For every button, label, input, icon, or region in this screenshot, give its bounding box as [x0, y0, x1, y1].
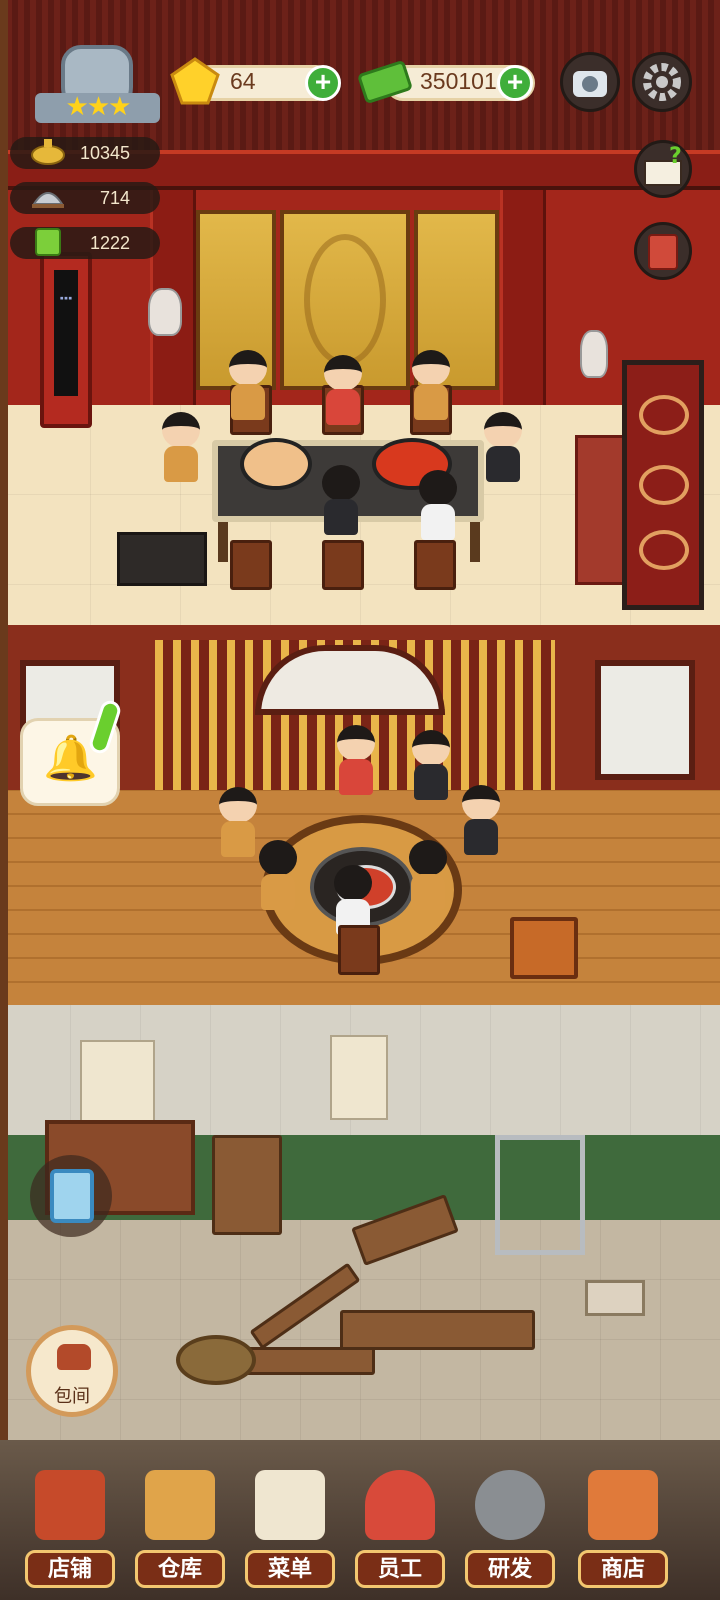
- gear-icon: [643, 63, 681, 101]
- recipe-book-icon: [30, 227, 66, 257]
- customer[interactable]: [320, 355, 366, 425]
- hotpot-mild: [240, 438, 312, 490]
- red-cabinet[interactable]: [622, 360, 704, 610]
- building-frame: [0, 0, 8, 1440]
- restaurant-rating-badge[interactable]: ★★★: [35, 45, 160, 130]
- stat-recipes-value: 1222: [89, 233, 130, 253]
- dining-chair: [338, 925, 380, 975]
- nav-shop[interactable]: 商店: [578, 1470, 668, 1595]
- white-vase: [580, 330, 608, 378]
- cabinet-ornament: [639, 465, 689, 505]
- menu-clipboard-icon: [255, 1470, 325, 1540]
- metal-rack: [495, 1135, 585, 1255]
- dragon-motif: [304, 234, 386, 366]
- condiment-side-table[interactable]: [117, 532, 207, 586]
- tasks-button[interactable]: [30, 1155, 112, 1237]
- rating-stars: ★★★: [65, 91, 132, 121]
- wooden-board: [212, 1135, 282, 1235]
- nav-research[interactable]: 研发: [465, 1470, 555, 1595]
- camera-button[interactable]: [560, 52, 620, 112]
- bottom-nav: 店铺 仓库 菜单 员工 研发 商店: [0, 1440, 720, 1600]
- svg-text:?: ?: [669, 144, 682, 169]
- air-conditioner[interactable]: ▪▪▪: [40, 252, 92, 428]
- old-bench: [340, 1310, 535, 1350]
- nav-staff-label: 员工: [355, 1550, 445, 1588]
- stat-hotpot-value: 10345: [79, 143, 130, 163]
- cabinet-ornament: [639, 530, 689, 570]
- cash-icon: [358, 61, 412, 103]
- plank: [245, 1347, 375, 1375]
- settings-button[interactable]: [632, 52, 692, 112]
- customer[interactable]: [225, 350, 271, 420]
- add-gems-button[interactable]: +: [305, 65, 341, 101]
- customer[interactable]: [318, 465, 364, 535]
- customer[interactable]: [408, 350, 454, 420]
- storefront-icon: [35, 1470, 105, 1540]
- cash-amount: 350101: [420, 68, 497, 94]
- customer[interactable]: [158, 412, 204, 482]
- nav-research-label: 研发: [465, 1550, 555, 1588]
- customer[interactable]: [408, 730, 454, 800]
- nav-warehouse-label: 仓库: [135, 1550, 225, 1588]
- dining-chair: [322, 540, 364, 590]
- shop-icon: [588, 1470, 658, 1540]
- hotpot-icon: [30, 137, 66, 167]
- stat-dishes-value: 714: [99, 188, 130, 208]
- customer[interactable]: [415, 470, 461, 540]
- dining-chair: [414, 540, 456, 590]
- flower-vase: [148, 288, 182, 336]
- staff-icon: [365, 1470, 435, 1540]
- cabinet-ornament: [639, 395, 689, 435]
- customer[interactable]: [333, 725, 379, 795]
- ac-display: ▪▪▪: [59, 294, 73, 302]
- boxes-icon: [145, 1470, 215, 1540]
- nav-warehouse[interactable]: 仓库: [135, 1470, 225, 1595]
- nav-store-label: 店铺: [25, 1550, 115, 1588]
- gem-count: 64: [230, 68, 256, 94]
- wall-rug: [575, 435, 627, 585]
- nav-staff[interactable]: 员工: [355, 1470, 445, 1595]
- woven-basket: [176, 1335, 256, 1385]
- private-room-button[interactable]: 包间: [26, 1325, 118, 1417]
- ac-panel: ▪▪▪: [54, 270, 78, 396]
- round-table-room[interactable]: [0, 625, 720, 1005]
- customer[interactable]: [480, 412, 526, 482]
- customer[interactable]: [405, 840, 451, 910]
- table-leg: [218, 522, 228, 562]
- dish-cover-icon: [30, 182, 66, 212]
- add-cash-button[interactable]: +: [497, 65, 533, 101]
- sofa-icon: [57, 1344, 91, 1370]
- notebook-icon: [648, 234, 678, 270]
- customer[interactable]: [255, 840, 301, 910]
- landscape-painting: [595, 660, 695, 780]
- cardboard-box: [585, 1280, 645, 1316]
- guide-book-icon: ?: [644, 144, 682, 186]
- wooden-chest[interactable]: [510, 917, 578, 979]
- camera-icon: [573, 71, 607, 97]
- notebook-button[interactable]: [634, 222, 692, 280]
- wok-icon: [475, 1470, 545, 1540]
- clipboard-icon: [50, 1169, 94, 1223]
- torn-poster: [80, 1040, 155, 1125]
- private-room-label: 包间: [54, 1386, 90, 1406]
- nav-store[interactable]: 店铺: [25, 1470, 115, 1595]
- customer[interactable]: [458, 785, 504, 855]
- nav-shop-label: 商店: [578, 1550, 668, 1588]
- wall-pillar: [500, 190, 546, 410]
- table-leg: [470, 522, 480, 562]
- gem-icon: [170, 57, 220, 105]
- dining-chair: [230, 540, 272, 590]
- nav-menu[interactable]: 菜单: [245, 1470, 335, 1595]
- guide-button[interactable]: ?: [634, 140, 692, 198]
- old-poster: [330, 1035, 388, 1120]
- nav-menu-label: 菜单: [245, 1550, 335, 1588]
